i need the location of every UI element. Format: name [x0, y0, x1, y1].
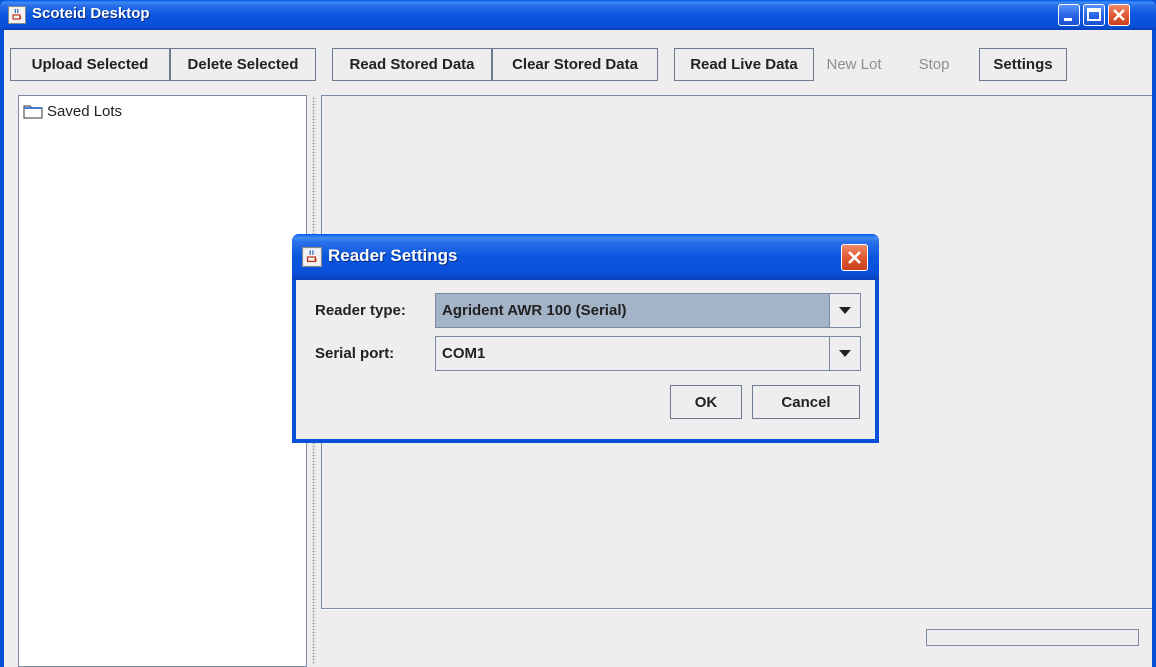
read-stored-data-button[interactable]: Read Stored Data [332, 48, 492, 81]
clear-stored-data-button[interactable]: Clear Stored Data [492, 48, 658, 81]
read-live-data-button[interactable]: Read Live Data [674, 48, 814, 81]
chevron-down-icon[interactable] [829, 294, 860, 327]
reader-type-select[interactable]: Agrident AWR 100 (Serial) [435, 293, 861, 328]
cancel-button[interactable]: Cancel [752, 385, 860, 419]
dialog-body: Reader type: Agrident AWR 100 (Serial) S… [296, 280, 875, 439]
close-icon [848, 251, 861, 264]
java-cup-icon [8, 6, 26, 24]
settings-button[interactable]: Settings [979, 48, 1067, 81]
tree-node-saved-lots[interactable]: Saved Lots [23, 101, 122, 121]
folder-icon [23, 105, 43, 119]
toolbar: Upload Selected Delete Selected Read Sto… [4, 30, 1152, 92]
java-cup-icon [302, 247, 322, 267]
reader-type-label: Reader type: [315, 302, 406, 319]
close-icon [1113, 9, 1125, 21]
reader-settings-dialog: Reader Settings Reader type: Agrident AW… [292, 234, 879, 443]
minimize-button[interactable] [1058, 4, 1080, 26]
maximize-icon [1087, 8, 1101, 21]
dialog-titlebar[interactable]: Reader Settings [292, 234, 879, 280]
serial-port-value: COM1 [442, 345, 486, 362]
window-titlebar[interactable]: Scoteid Desktop [0, 0, 1156, 30]
window-title: Scoteid Desktop [32, 5, 150, 22]
serial-port-label: Serial port: [315, 345, 395, 362]
progress-bar [926, 629, 1139, 646]
serial-port-select[interactable]: COM1 [435, 336, 861, 371]
chevron-down-icon[interactable] [829, 337, 860, 370]
ok-button[interactable]: OK [670, 385, 742, 419]
minimize-icon [1064, 18, 1072, 21]
maximize-button[interactable] [1083, 4, 1105, 26]
tree-node-label: Saved Lots [47, 102, 123, 120]
saved-lots-tree[interactable]: Saved Lots [18, 95, 307, 667]
dialog-close-button[interactable] [841, 244, 868, 271]
delete-selected-button[interactable]: Delete Selected [170, 48, 316, 81]
new-lot-button[interactable]: New Lot [814, 48, 894, 81]
stop-button[interactable]: Stop [906, 48, 962, 81]
reader-type-value: Agrident AWR 100 (Serial) [442, 302, 627, 319]
upload-selected-button[interactable]: Upload Selected [10, 48, 170, 81]
close-window-button[interactable] [1108, 4, 1130, 26]
dialog-title: Reader Settings [328, 246, 458, 265]
status-bar [321, 609, 1152, 667]
